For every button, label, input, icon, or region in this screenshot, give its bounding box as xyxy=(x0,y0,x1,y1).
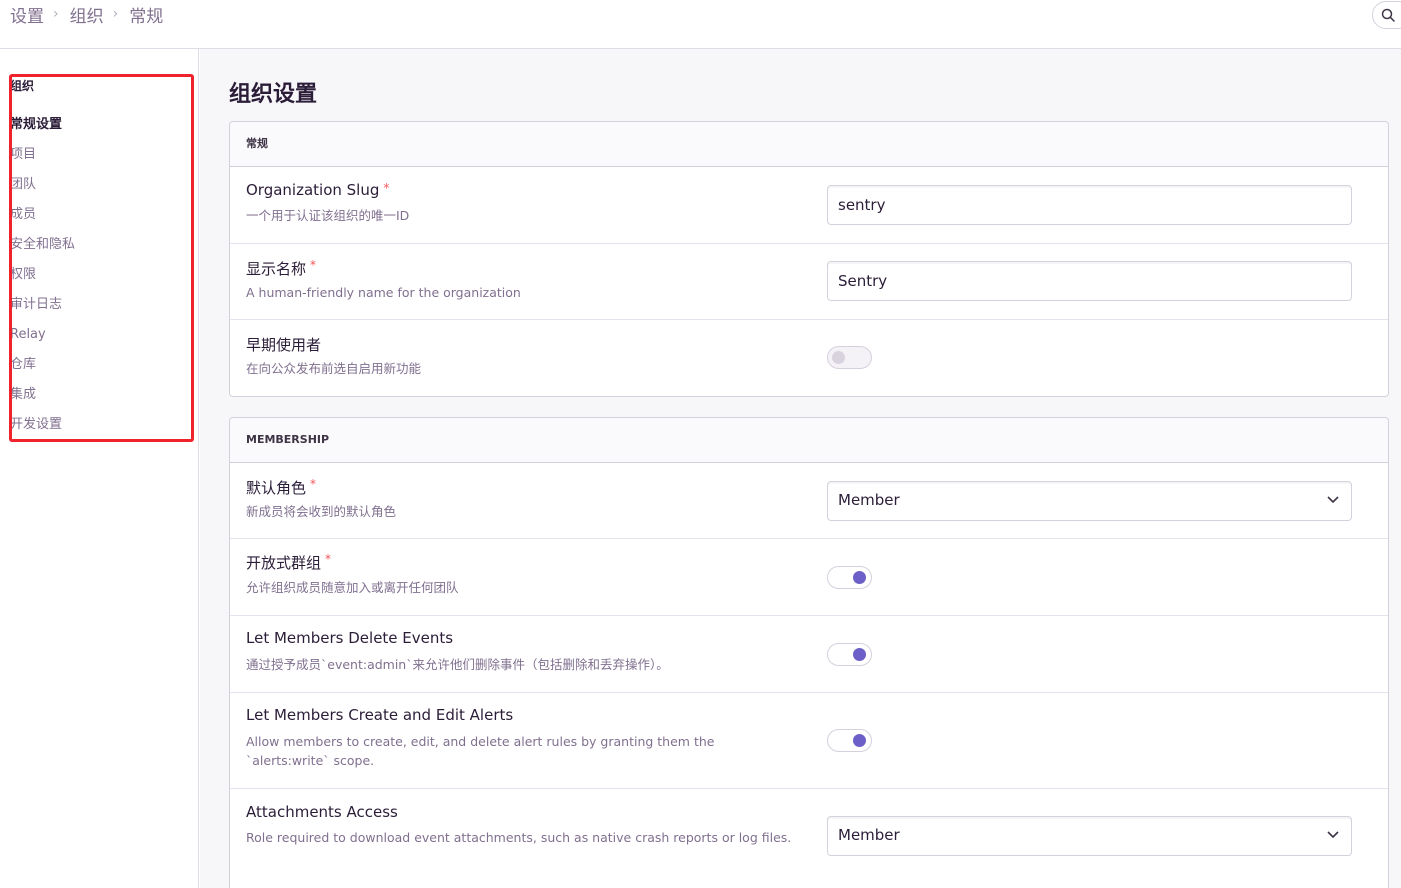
field-label: 显示名称 * xyxy=(246,258,317,278)
field-help: 新成员将会收到的默认角色 xyxy=(246,504,397,519)
row-default-role: 默认角色 * 新成员将会收到的默认角色 Member xyxy=(230,463,1388,539)
field-label: Organization Slug * xyxy=(246,181,390,199)
top-bar: 设置 › 组织 › 常规 xyxy=(0,0,1401,49)
toggle-knob xyxy=(853,648,866,661)
chevron-down-icon xyxy=(1327,496,1339,504)
field-label: Let Members Create and Edit Alerts xyxy=(246,706,514,724)
breadcrumb-general: 常规 xyxy=(129,6,164,27)
display-name-input[interactable] xyxy=(827,261,1352,301)
sidebar: 组织 常规设置 项目 团队 成员 安全和隐私 权限 审计日志 Relay 仓库 … xyxy=(0,49,199,888)
required-marker: * xyxy=(310,477,317,491)
field-help: 在向公众发布前选自启用新功能 xyxy=(246,361,422,376)
attachments-role-select[interactable]: Member xyxy=(827,816,1352,856)
delete-events-toggle[interactable] xyxy=(827,643,872,666)
chevron-right-icon: › xyxy=(112,6,119,22)
membership-panel: MEMBERSHIP 默认角色 * 新成员将会收到的默认角色 Member 开放式… xyxy=(229,417,1389,888)
default-role-select[interactable]: Member xyxy=(827,481,1352,521)
alerts-toggle[interactable] xyxy=(827,729,872,752)
main-content: 组织设置 常规 Organization Slug * 一个用于认证该组织的唯一I… xyxy=(200,49,1401,888)
row-delete-events: Let Members Delete Events 通过授予成员`event:a… xyxy=(230,616,1388,693)
field-help: 通过授予成员`event:admin`来允许他们删除事件（包括删除和丢弃操作）。 xyxy=(246,657,669,672)
page-title: 组织设置 xyxy=(229,82,318,107)
toggle-knob xyxy=(832,351,845,364)
chevron-down-icon xyxy=(1327,831,1339,839)
toggle-knob xyxy=(853,571,866,584)
panel-header-general: 常规 xyxy=(230,122,1388,167)
field-label: Attachments Access xyxy=(246,803,398,821)
search-icon xyxy=(1381,8,1395,22)
field-label: Let Members Delete Events xyxy=(246,629,454,647)
breadcrumb-settings[interactable]: 设置 xyxy=(10,2,44,27)
select-value: Member xyxy=(838,826,900,844)
breadcrumb-organization[interactable]: 组织 xyxy=(70,2,104,27)
general-panel: 常规 Organization Slug* 一个用于认证该组织的唯一ID 显示名… xyxy=(229,121,1389,397)
search-button[interactable] xyxy=(1372,1,1401,29)
row-early-adopter: 早期使用者 在向公众发布前选自启用新功能 xyxy=(230,320,1388,396)
row-open-membership: 开放式群组 * 允许组织成员随意加入或离开任何团队 xyxy=(230,539,1388,616)
field-help: 允许组织成员随意加入或离开任何团队 xyxy=(246,580,459,595)
field-help: 一个用于认证该组织的唯一ID xyxy=(246,208,410,223)
highlight-box xyxy=(9,74,194,442)
required-marker: * xyxy=(310,258,317,272)
field-help: Allow members to create, edit, and delet… xyxy=(246,734,715,768)
toggle-knob xyxy=(853,734,866,747)
breadcrumb: 设置 › 组织 › 常规 xyxy=(10,2,164,27)
required-marker: * xyxy=(383,181,390,195)
select-value: Member xyxy=(838,491,900,509)
field-label: 默认角色 * xyxy=(246,477,317,497)
organization-slug-input[interactable] xyxy=(827,185,1352,225)
field-help: Role required to download event attachme… xyxy=(246,830,792,845)
row-attachments-access: Attachments Access Role required to down… xyxy=(230,789,1388,885)
chevron-right-icon: › xyxy=(53,6,59,22)
early-adopter-toggle[interactable] xyxy=(827,346,872,369)
row-organization-slug: Organization Slug * 一个用于认证该组织的唯一ID xyxy=(230,167,1388,244)
panel-header-membership: MEMBERSHIP xyxy=(230,418,1388,463)
open-membership-toggle[interactable] xyxy=(827,566,872,589)
row-display-name: 显示名称 * A human-friendly name for the orga… xyxy=(230,244,1388,320)
field-label: 开放式群组 * xyxy=(246,552,332,572)
field-label: 早期使用者 xyxy=(246,336,322,354)
required-marker: * xyxy=(325,552,332,566)
field-help: A human-friendly name for the organizati… xyxy=(246,285,521,300)
row-create-edit-alerts: Let Members Create and Edit Alerts Allow… xyxy=(230,693,1388,789)
